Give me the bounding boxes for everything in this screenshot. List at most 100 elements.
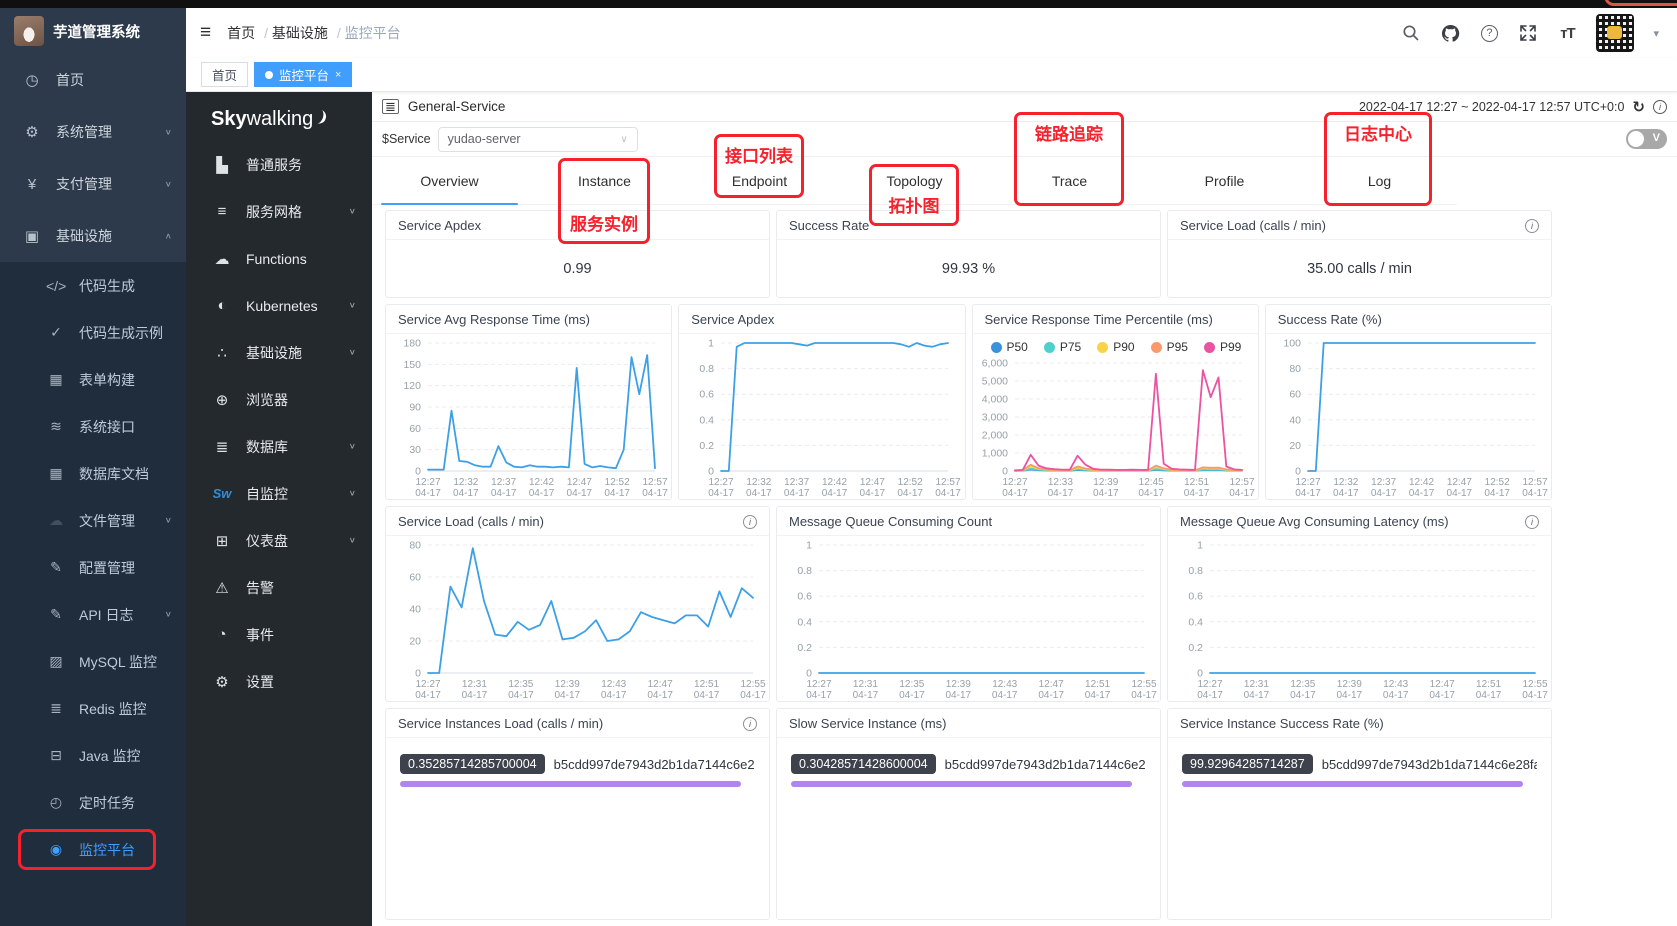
admin-menu-item[interactable]: ▣ 基础设施 ∧ — [0, 210, 186, 262]
svg-text:12:45: 12:45 — [1138, 477, 1163, 488]
instance-metric-card: Slow Service Instance (ms)i 0.3042857142… — [776, 708, 1161, 920]
admin-menu: ◷ 首页 ⚙ 系统管理 ∨ ¥ 支付管理 ∨ ▣ 基础设施 ∧ — [0, 54, 186, 262]
dashboard-tab[interactable]: Overview — [372, 157, 527, 205]
app-logo[interactable]: 芋道管理系统 — [0, 8, 186, 54]
instance-row[interactable]: 0.30428571428600004 b5cdd997de7943d2b1da… — [791, 754, 1146, 774]
admin-submenu-item[interactable]: ◉ 监控平台 — [0, 826, 186, 873]
hamburger-icon[interactable]: ≡ — [200, 22, 211, 44]
info-icon[interactable]: i — [1525, 218, 1539, 233]
admin-submenu-item[interactable]: ≋ 系统接口 — [0, 403, 186, 450]
line-chart-avg-response-time[interactable]: 0 30 60 90 120 150 180 12:27 04-17 12:32 04-17 12:3… — [386, 334, 671, 500]
instance-row[interactable]: 0.35285714285700004 b5cdd997de7943d2b1da… — [400, 754, 755, 774]
github-icon[interactable] — [1440, 23, 1460, 43]
dashboard-tab[interactable]: Profile — [1147, 157, 1302, 204]
skywalking-menu-item[interactable]: ∴ 基础设施 ∨ — [186, 329, 372, 376]
svg-text:0.4: 0.4 — [700, 414, 715, 426]
time-range: 2022-04-17 12:27 ~ 2022-04-17 12:57 UTC+… — [1359, 98, 1667, 116]
submenu-item-label: 配置管理 — [79, 559, 135, 576]
breadcrumb-item[interactable]: / 监控平台 — [337, 23, 401, 43]
skywalking-item-label: Functions — [246, 250, 307, 267]
refresh-icon[interactable]: ↻ — [1632, 98, 1645, 116]
skywalking-menu-item[interactable]: ≣ 数据库 ∨ — [186, 423, 372, 470]
auto-refresh-toggle[interactable]: V — [1626, 129, 1667, 149]
legend-label: P50 — [1006, 340, 1028, 354]
svg-text:04-17: 04-17 — [1138, 488, 1164, 499]
admin-submenu-item[interactable]: ⊟ Java 监控 — [0, 732, 186, 779]
dashboard-tab[interactable]: Endpoint — [682, 157, 837, 204]
mysql-monitor-icon: ▨ — [49, 653, 63, 669]
skywalking-menu-item[interactable]: ◐ Kubernetes ∨ — [186, 282, 372, 329]
submenu-item-label: 系统接口 — [79, 418, 135, 435]
tag-close-icon[interactable]: × — [335, 69, 341, 81]
legend-item[interactable]: P99 — [1203, 340, 1241, 354]
admin-submenu-item[interactable]: ☁ 文件管理 ∨ — [0, 497, 186, 544]
admin-menu-item[interactable]: ⚙ 系统管理 ∨ — [0, 106, 186, 158]
admin-submenu-item[interactable]: ▦ 数据库文档 — [0, 450, 186, 497]
skywalking-menu-item[interactable]: ⊞ 仪表盘 ∨ — [186, 517, 372, 564]
menu-item-label: 系统管理 — [56, 124, 112, 140]
skywalking-menu-item[interactable]: ≡ 服务网格 ∨ — [186, 188, 372, 235]
skywalking-menu-item[interactable]: ▙ 普通服务 — [186, 141, 372, 188]
legend-item[interactable]: P50 — [990, 340, 1028, 354]
dashboard-tab[interactable]: Topology — [837, 157, 992, 204]
svg-text:12:39: 12:39 — [1337, 679, 1362, 690]
submenu-item-label: 监控平台 — [79, 841, 135, 858]
admin-submenu-item[interactable]: ▨ MySQL 监控 — [0, 638, 186, 685]
admin-submenu-item[interactable]: ✓ 代码生成示例 — [0, 309, 186, 356]
svg-text:12:31: 12:31 — [462, 679, 487, 690]
service-select[interactable]: yudao-server ∨ — [437, 126, 638, 152]
tag-item[interactable]: 监控平台 × — [254, 62, 353, 87]
line-chart-mq-count[interactable]: 0 0.2 0.4 0.6 0.8 1 12:27 04-17 12:31 04-17 12:35 0… — [777, 536, 1160, 702]
line-chart-mq-latency[interactable]: 0 0.2 0.4 0.6 0.8 1 12:27 04-17 12:31 04-17 12:35 0… — [1168, 536, 1551, 702]
layer-list-icon[interactable]: ≣ — [382, 99, 399, 114]
breadcrumb-item[interactable]: 首页 — [227, 23, 255, 43]
info-icon[interactable]: i — [743, 514, 757, 529]
dashboard-tab[interactable]: Log — [1302, 157, 1457, 204]
line-chart-success-rate[interactable]: 0 20 40 60 80 100 12:27 04-17 12:32 04-17 12:37 04-… — [1266, 334, 1551, 500]
svg-text:12:31: 12:31 — [853, 679, 878, 690]
svg-text:0: 0 — [415, 466, 421, 478]
skywalking-menu-item[interactable]: ⊕ 浏览器 — [186, 376, 372, 423]
svg-text:4,000: 4,000 — [981, 394, 1007, 406]
svg-text:12:43: 12:43 — [1383, 679, 1408, 690]
skywalking-menu-item[interactable]: ⚙ 设置 — [186, 658, 372, 705]
caret-down-icon[interactable]: ▾ — [1653, 27, 1659, 40]
skywalking-logo[interactable]: Sky walking — [186, 92, 372, 141]
font-size-icon[interactable]: тT — [1557, 23, 1577, 43]
svg-text:04-17: 04-17 — [415, 488, 441, 499]
legend-item[interactable]: P75 — [1043, 340, 1081, 354]
fullscreen-icon[interactable] — [1518, 23, 1538, 43]
dashboard-tab[interactable]: Instance — [527, 157, 682, 204]
admin-submenu-item[interactable]: ✎ API 日志 ∨ — [0, 591, 186, 638]
time-range-text[interactable]: 2022-04-17 12:27 ~ 2022-04-17 12:57 UTC+… — [1359, 100, 1624, 114]
admin-submenu-item[interactable]: ✎ 配置管理 — [0, 544, 186, 591]
submenu-item-label: 代码生成 — [79, 277, 135, 294]
breadcrumb-item[interactable]: / 基础设施 — [264, 23, 328, 43]
admin-submenu-item[interactable]: ▦ 表单构建 — [0, 356, 186, 403]
instance-row[interactable]: 99.92964285714287 b5cdd997de7943d2b1da71… — [1182, 754, 1537, 774]
legend-item[interactable]: P95 — [1150, 340, 1188, 354]
admin-menu-item[interactable]: ◷ 首页 — [0, 54, 186, 106]
help-icon[interactable]: ? — [1479, 23, 1499, 43]
skywalking-menu-item[interactable]: ⚠ 告警 — [186, 564, 372, 611]
user-avatar[interactable] — [1596, 14, 1635, 52]
admin-menu-item[interactable]: ¥ 支付管理 ∨ — [0, 158, 186, 210]
skywalking-menu-item[interactable]: ◔ 事件 — [186, 611, 372, 658]
admin-submenu-item[interactable]: ◴ 定时任务 — [0, 779, 186, 826]
svg-text:04-17: 04-17 — [1002, 488, 1028, 499]
dashboard-tab[interactable]: Trace — [992, 157, 1147, 204]
search-icon[interactable] — [1401, 23, 1421, 43]
svg-text:04-17: 04-17 — [1446, 488, 1472, 499]
info-icon[interactable]: i — [743, 716, 757, 731]
admin-submenu-item[interactable]: ≣ Redis 监控 — [0, 685, 186, 732]
skywalking-menu-item[interactable]: ☁ Functions — [186, 235, 372, 282]
skywalking-menu-item[interactable]: Sw 自监控 ∨ — [186, 470, 372, 517]
line-chart-apdex[interactable]: 0 0.2 0.4 0.6 0.8 1 12:27 04-17 12:32 04-17 12:37 0… — [679, 334, 964, 500]
admin-submenu-item[interactable]: </> 代码生成 — [0, 262, 186, 309]
tag-item[interactable]: 首页 × — [201, 62, 249, 87]
line-chart-service-load[interactable]: 0 20 40 60 80 12:27 04-17 12:31 04-17 12:35 04-17 1… — [386, 536, 769, 702]
info-icon[interactable]: i — [1653, 99, 1667, 114]
info-icon[interactable]: i — [1525, 514, 1539, 529]
legend-item[interactable]: P90 — [1097, 340, 1135, 354]
line-chart-percentile[interactable]: 0 1,000 2,000 3,000 4,000 5,000 6,000 12:27 04-1… — [973, 354, 1258, 500]
